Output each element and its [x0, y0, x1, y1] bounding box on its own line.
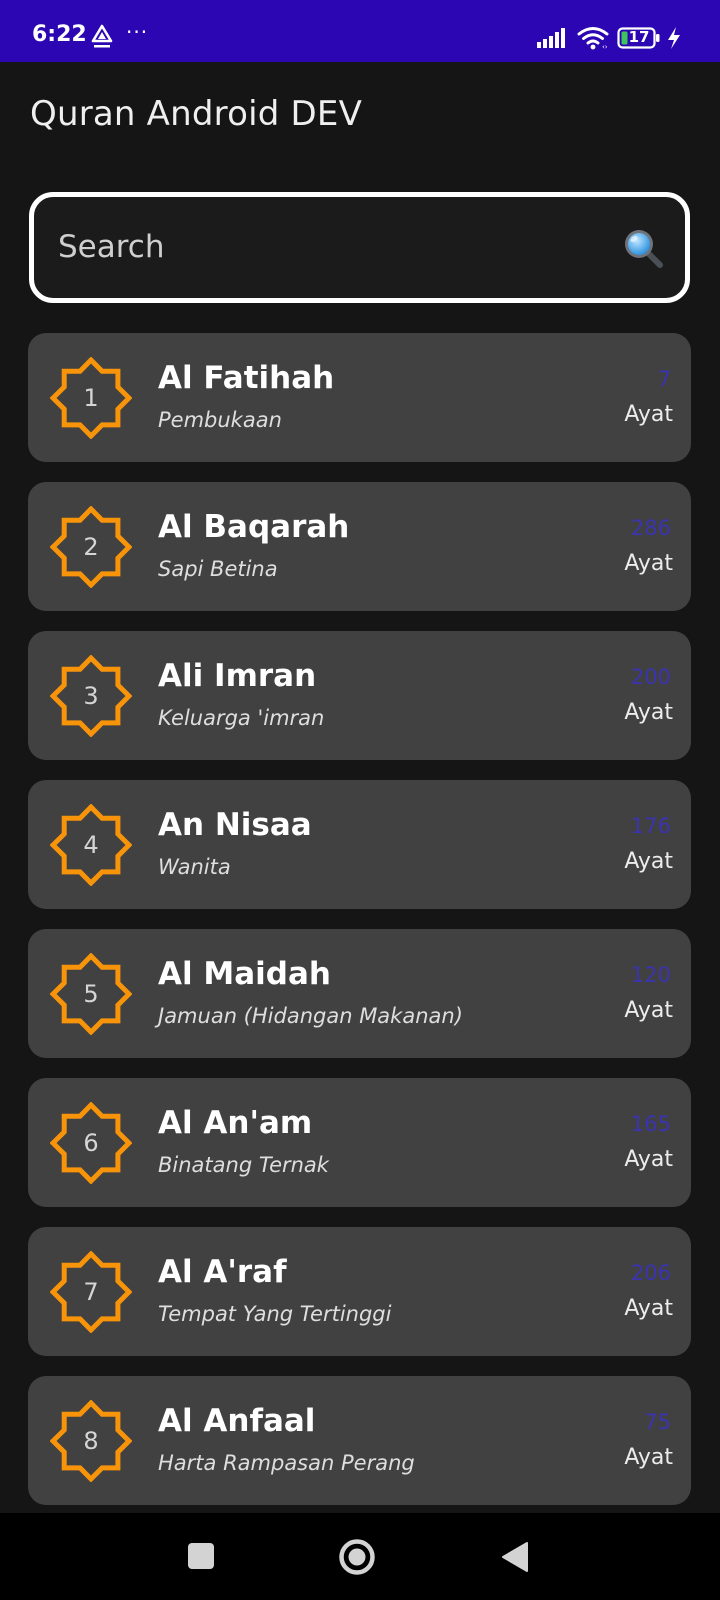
- surah-card[interactable]: 4 An Nisaa Wanita 176 Ayat: [28, 780, 691, 909]
- recent-apps-icon[interactable]: [188, 1543, 214, 1569]
- surah-number-badge: 8: [50, 1400, 132, 1482]
- surah-number-badge: 1: [50, 357, 132, 439]
- ayat-count: 165: [630, 1112, 671, 1136]
- ayat-label: Ayat: [624, 849, 673, 874]
- charging-bolt-icon: [668, 27, 680, 49]
- surah-name: An Nisaa: [158, 807, 312, 843]
- signal-icon: [537, 28, 565, 48]
- surah-number: 3: [83, 682, 99, 710]
- surah-number-badge: 3: [50, 655, 132, 737]
- surah-list[interactable]: 1 Al Fatihah Pembukaan 7 Ayat 2 Al Baqar…: [28, 333, 691, 1512]
- wifi-icon: ‹›: [577, 27, 609, 50]
- ayat-label: Ayat: [624, 1147, 673, 1172]
- surah-number: 6: [83, 1129, 99, 1157]
- surah-name: Al Anfaal: [158, 1403, 316, 1439]
- home-icon[interactable]: [338, 1538, 376, 1576]
- ayat-count: 286: [630, 516, 671, 540]
- search-input[interactable]: [58, 224, 578, 270]
- status-bar: 6:22 ··· ‹› 17: [0, 0, 720, 62]
- surah-number: 7: [83, 1278, 99, 1306]
- surah-number: 2: [83, 533, 99, 561]
- surah-meaning: Harta Rampasan Perang: [158, 1451, 415, 1475]
- surah-meaning: Sapi Betina: [158, 557, 278, 581]
- svg-text:‹›: ‹›: [602, 43, 608, 50]
- surah-name: Al Maidah: [158, 956, 331, 992]
- astrapay-icon: [91, 24, 113, 48]
- surah-name: Al Fatihah: [158, 360, 335, 396]
- surah-card[interactable]: 8 Al Anfaal Harta Rampasan Perang 75 Aya…: [28, 1376, 691, 1505]
- surah-number-badge: 4: [50, 804, 132, 886]
- page-title: Quran Android DEV: [30, 94, 363, 134]
- surah-number: 1: [83, 384, 99, 412]
- surah-number: 4: [83, 831, 99, 859]
- surah-meaning: Keluarga 'imran: [158, 706, 325, 730]
- surah-name: Al A'raf: [158, 1254, 287, 1290]
- ayat-label: Ayat: [624, 998, 673, 1023]
- surah-number-badge: 6: [50, 1102, 132, 1184]
- search-icon[interactable]: [622, 227, 664, 269]
- ayat-count: 120: [630, 963, 671, 987]
- surah-name: Al Baqarah: [158, 509, 350, 545]
- surah-card[interactable]: 6 Al An'am Binatang Ternak 165 Ayat: [28, 1078, 691, 1207]
- ayat-count: 200: [630, 665, 671, 689]
- surah-number-badge: 5: [50, 953, 132, 1035]
- surah-meaning: Wanita: [158, 855, 231, 879]
- surah-card[interactable]: 3 Ali Imran Keluarga 'imran 200 Ayat: [28, 631, 691, 760]
- status-time: 6:22: [32, 22, 87, 47]
- ayat-label: Ayat: [624, 700, 673, 725]
- surah-meaning: Jamuan (Hidangan Makanan): [158, 1004, 463, 1028]
- surah-card[interactable]: 7 Al A'raf Tempat Yang Tertinggi 206 Aya…: [28, 1227, 691, 1356]
- surah-number-badge: 7: [50, 1251, 132, 1333]
- surah-name: Ali Imran: [158, 658, 317, 694]
- surah-number: 8: [83, 1427, 99, 1455]
- surah-number: 5: [83, 980, 99, 1008]
- surah-meaning: Pembukaan: [158, 408, 282, 432]
- ayat-label: Ayat: [624, 1445, 673, 1470]
- ayat-count: 206: [630, 1261, 671, 1285]
- surah-name: Al An'am: [158, 1105, 313, 1141]
- surah-meaning: Binatang Ternak: [158, 1153, 329, 1177]
- surah-number-badge: 2: [50, 506, 132, 588]
- back-icon[interactable]: [501, 1541, 529, 1573]
- ayat-label: Ayat: [624, 551, 673, 576]
- ayat-label: Ayat: [624, 402, 673, 427]
- surah-meaning: Tempat Yang Tertinggi: [158, 1302, 392, 1326]
- ayat-count: 7: [657, 367, 671, 391]
- surah-card[interactable]: 5 Al Maidah Jamuan (Hidangan Makanan) 12…: [28, 929, 691, 1058]
- ayat-count: 75: [644, 1410, 671, 1434]
- navigation-bar: [0, 1513, 720, 1600]
- surah-card[interactable]: 2 Al Baqarah Sapi Betina 286 Ayat: [28, 482, 691, 611]
- search-box[interactable]: [29, 192, 690, 303]
- ayat-label: Ayat: [624, 1296, 673, 1321]
- more-dots-icon: ···: [126, 20, 149, 44]
- surah-card[interactable]: 1 Al Fatihah Pembukaan 7 Ayat: [28, 333, 691, 462]
- ayat-count: 176: [630, 814, 671, 838]
- battery-level: 17: [628, 28, 650, 46]
